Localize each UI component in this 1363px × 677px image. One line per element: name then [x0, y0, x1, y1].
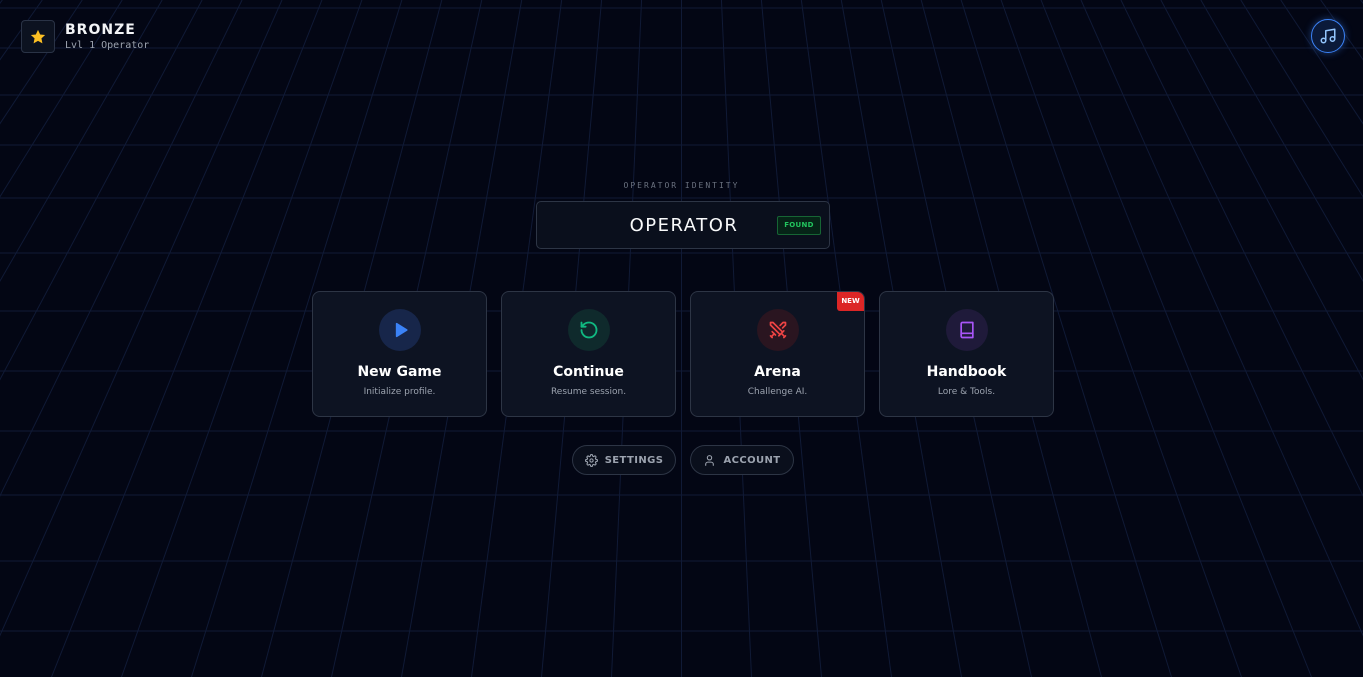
perspective-grid-background: [0, 0, 1363, 677]
rank-badge: BRONZE Lvl 1 Operator: [21, 20, 149, 53]
star-icon: [21, 20, 55, 53]
user-icon: [705, 454, 715, 466]
card-title: Handbook: [926, 364, 1007, 380]
card-description: Challenge AI.: [747, 387, 808, 397]
handbook-card[interactable]: Handbook Lore & Tools.: [879, 291, 1054, 417]
crossed-swords-icon: [757, 309, 799, 351]
book-icon: [946, 309, 988, 351]
arena-card[interactable]: NEW Arena Challenge AI.: [690, 291, 865, 417]
card-description: Initialize profile.: [363, 387, 436, 397]
identity-label: OPERATOR IDENTITY: [623, 181, 740, 190]
gear-icon: [584, 453, 598, 467]
rank-title: BRONZE: [65, 21, 136, 38]
account-button[interactable]: ACCOUNT: [690, 445, 794, 475]
restart-icon: [568, 309, 610, 351]
found-status-badge: FOUND: [777, 216, 821, 235]
new-badge: NEW: [837, 292, 864, 311]
card-title: Arena: [754, 364, 801, 380]
music-note-icon: [1320, 28, 1336, 44]
continue-card[interactable]: Continue Resume session.: [501, 291, 676, 417]
rank-subtitle: Lvl 1 Operator: [65, 39, 150, 51]
account-label: ACCOUNT: [723, 454, 781, 466]
card-description: Resume session.: [550, 387, 627, 397]
card-description: Lore & Tools.: [937, 387, 996, 397]
settings-label: SETTINGS: [604, 454, 664, 466]
card-title: New Game: [357, 364, 442, 380]
play-icon: [379, 309, 421, 351]
card-title: Continue: [553, 364, 624, 380]
operator-identity-field[interactable]: OPERATOR FOUND: [536, 201, 830, 249]
new-game-card[interactable]: New Game Initialize profile.: [312, 291, 487, 417]
settings-button[interactable]: SETTINGS: [572, 445, 676, 475]
music-toggle-button[interactable]: [1311, 19, 1345, 53]
